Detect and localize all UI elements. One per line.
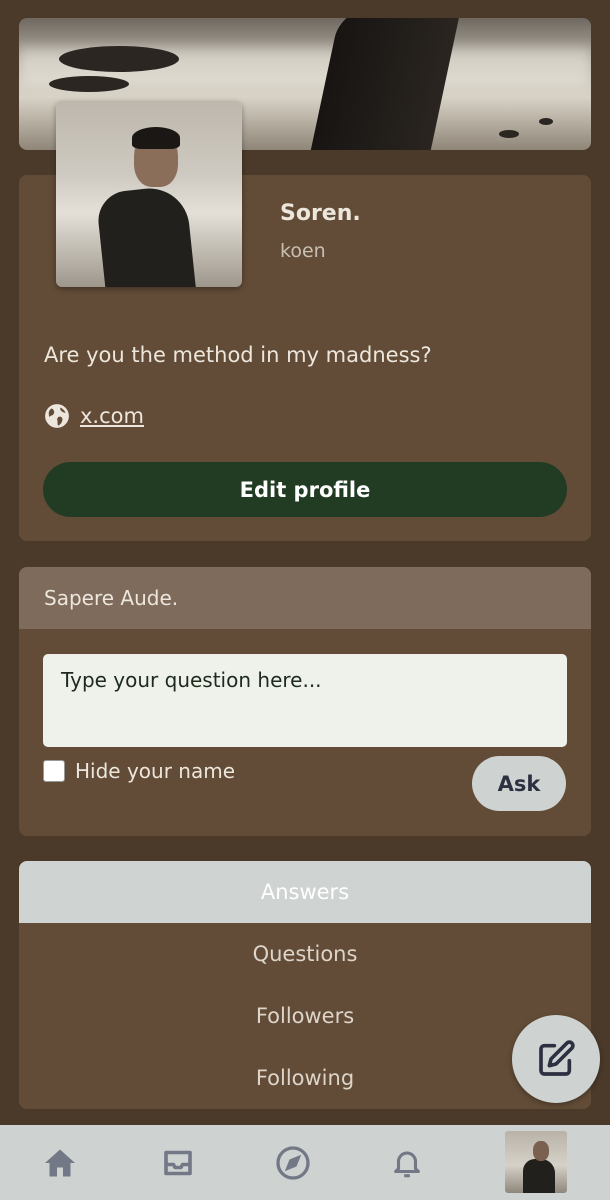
compass-icon [276,1145,310,1180]
website-row: x.com [44,403,144,429]
banner-rock [59,46,179,72]
banner-figure [306,18,462,150]
nav-notifications[interactable] [377,1125,437,1200]
nav-avatar-figure-body [523,1159,555,1193]
inbox-icon [164,1150,192,1175]
nav-explore[interactable] [263,1125,323,1200]
username: koen [280,240,326,262]
ask-button[interactable]: Ask [472,756,566,811]
display-name: Soren. [280,201,361,226]
ask-card-header: Sapere Aude. [19,567,591,629]
nav-inbox[interactable] [148,1125,208,1200]
hide-name-row: Hide your name [43,759,235,783]
tab-followers[interactable]: Followers [19,985,591,1047]
banner-rock [499,130,519,138]
avatar-figure-body [95,184,197,287]
banner-rock [539,118,553,125]
question-input[interactable] [43,654,567,747]
bell-icon [394,1151,420,1177]
hide-name-checkbox[interactable] [43,760,65,782]
tab-answers[interactable]: Answers [19,861,591,923]
profile-avatar[interactable] [56,101,242,287]
hide-name-label: Hide your name [75,759,235,783]
globe-icon [45,404,69,428]
profile-bio: Are you the method in my madness? [44,343,432,367]
ask-question-card: Sapere Aude. Hide your name Ask [19,567,591,836]
website-link[interactable]: x.com [80,404,144,428]
tab-questions[interactable]: Questions [19,923,591,985]
nav-profile-avatar[interactable] [505,1131,567,1193]
nav-home[interactable] [30,1125,90,1200]
compose-button[interactable] [512,1015,600,1103]
edit-profile-button[interactable]: Edit profile [43,462,567,517]
tab-following[interactable]: Following [19,1047,591,1109]
avatar-figure-hair [132,127,180,149]
banner-rock [49,76,129,92]
profile-tabs: Answers Questions Followers Following [19,861,591,1109]
edit-icon [539,1040,575,1076]
home-icon [45,1149,75,1176]
nav-avatar-figure-head [533,1141,549,1161]
bottom-navigation [0,1125,610,1200]
